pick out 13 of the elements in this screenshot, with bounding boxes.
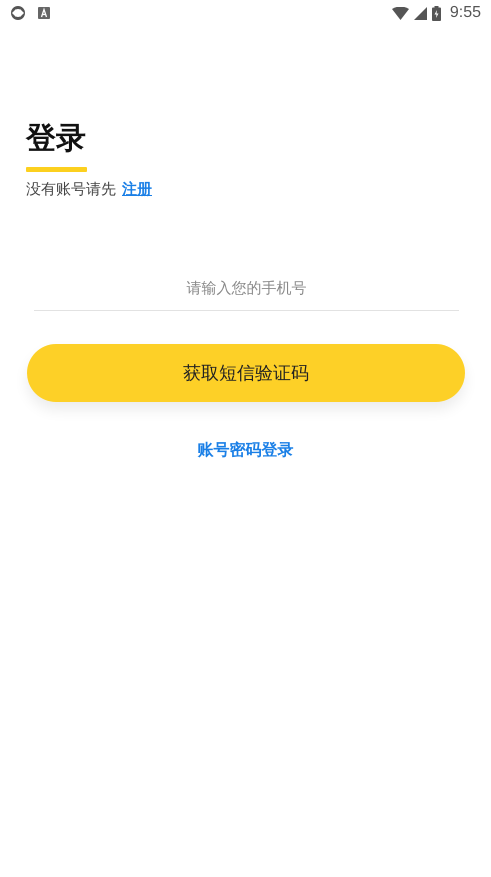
register-prompt: 没有账号请先 [26,180,116,199]
clock-time: 9:55 [450,4,481,22]
page-title: 登录 [26,121,86,157]
sync-icon [10,5,26,21]
signal-icon [414,6,427,20]
wifi-icon [392,6,409,20]
register-link[interactable]: 注册 [122,180,152,199]
app-icon [38,7,50,19]
password-login-link[interactable]: 账号密码登录 [198,440,294,461]
title-underline [26,167,87,172]
get-code-button[interactable]: 获取短信验证码 [27,344,465,402]
battery-icon [432,6,441,20]
phone-input-field[interactable]: 请输入您的手机号 [34,271,459,311]
